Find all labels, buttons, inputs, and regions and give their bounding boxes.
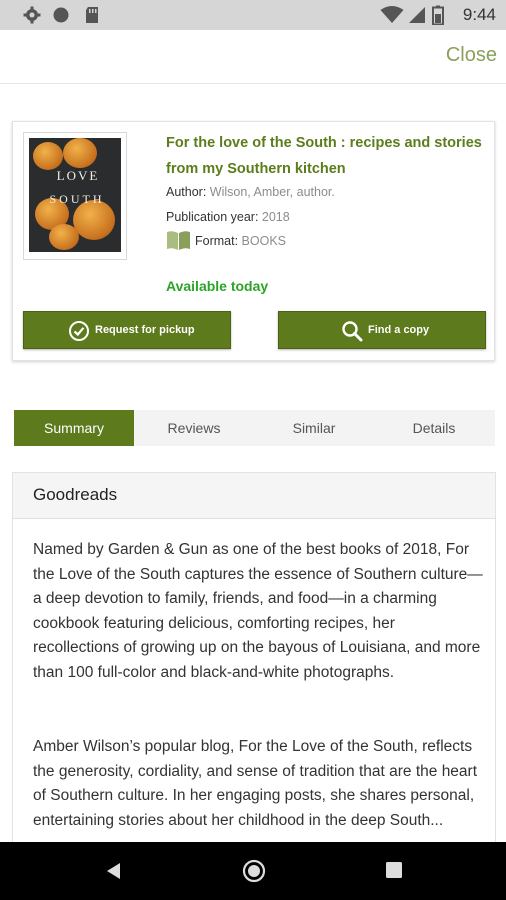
cover-image: LOVE SOUTH [29,138,121,252]
publication-year-label: Publication year: [166,210,259,224]
gear-icon [23,6,41,24]
navigation-bar [0,842,506,900]
open-book-icon [167,231,190,250]
format-row: Format: BOOKS [195,234,286,248]
panel-title: Goodreads [33,485,118,504]
panel-header: Goodreads [13,473,495,519]
author-row: Author: Wilson, Amber, author. [166,185,335,199]
publication-year-row: Publication year: 2018 [166,210,290,224]
author-label: Author: [166,185,207,199]
format-label: Format: [195,234,239,248]
tab-reviews[interactable]: Reviews [134,410,254,446]
availability-status: Available today [166,278,269,294]
publication-year-value: 2018 [261,210,290,224]
check-circle-icon [69,321,89,341]
close-button[interactable]: Close [446,44,497,67]
detail-tabs: Summary Reviews Similar Details [14,410,495,446]
book-cover[interactable]: LOVE SOUTH [23,132,127,260]
book-title[interactable]: For the love of the South : recipes and … [166,130,488,182]
home-icon[interactable] [242,859,266,883]
find-copy-label: Find a copy [368,324,430,336]
book-card: LOVE SOUTH For the love of the South : r… [12,121,495,361]
format-value: BOOKS [241,234,287,248]
sd-card-icon [86,7,98,23]
request-pickup-button[interactable]: Request for pickup [23,311,231,349]
circle-icon [53,7,69,23]
signal-icon [409,7,425,23]
battery-icon [432,5,444,25]
cover-title-line2: SOUTH [49,192,105,206]
recents-icon[interactable] [385,861,403,879]
cover-title-line1: LOVE [56,168,100,183]
summary-paragraph-1: Named by Garden & Gun as one of the best… [33,541,483,681]
app-bar: Close [0,30,506,84]
wifi-icon [380,6,404,23]
screen: 9:44 Close LOVE SOUTH For the love of th… [0,0,506,900]
clock: 9:44 [462,5,496,24]
search-icon [342,321,363,342]
summary-paragraph-2: Amber Wilson’s popular blog, For the Lov… [33,738,478,829]
back-icon[interactable] [104,861,124,881]
request-pickup-label: Request for pickup [95,324,195,336]
tab-details[interactable]: Details [374,410,494,446]
tab-summary[interactable]: Summary [14,410,134,446]
tab-similar[interactable]: Similar [254,410,374,446]
status-bar: 9:44 [0,0,506,30]
author-value: Wilson, Amber, author. [209,185,335,199]
find-copy-button[interactable]: Find a copy [278,311,486,349]
goodreads-panel: Goodreads Named by Garden & Gun as one o… [12,472,496,872]
